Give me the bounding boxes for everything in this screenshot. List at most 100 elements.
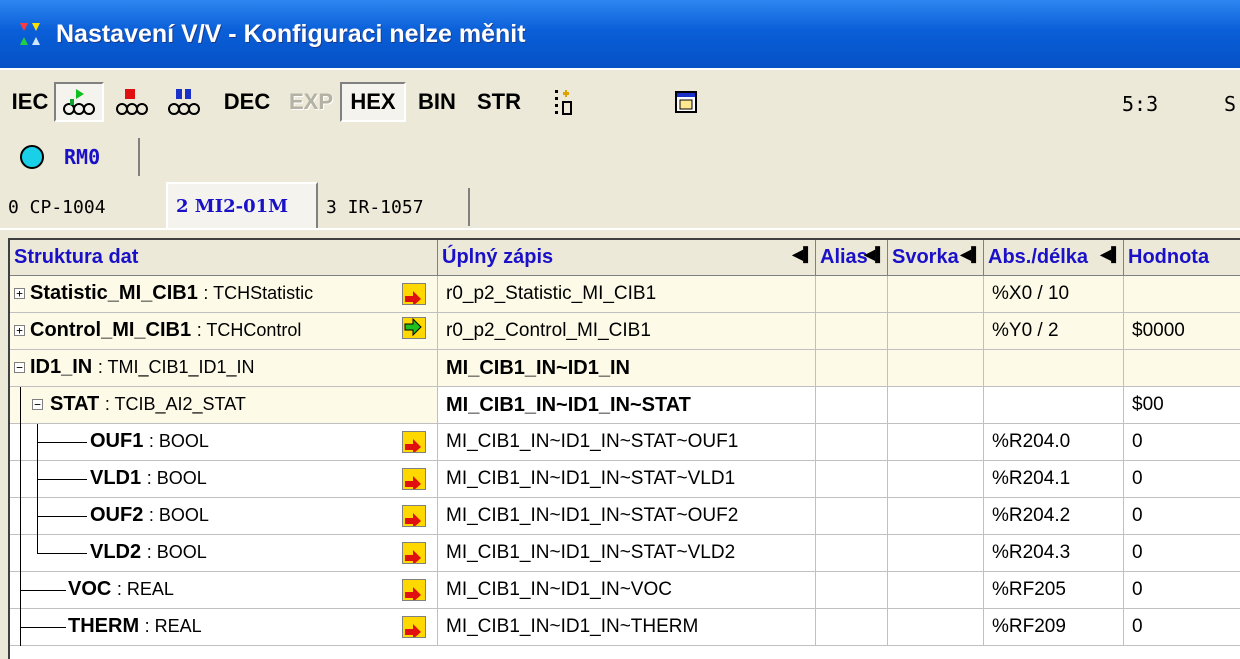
tree-expand-button[interactable] xyxy=(544,82,584,122)
table-row[interactable]: + Statistic_MI_CIB1 : TCHStatistic r0_p2… xyxy=(10,276,1240,313)
column-resize-icon[interactable]: ◀▌ xyxy=(792,246,813,263)
column-resize-icon[interactable]: ◀▌ xyxy=(960,246,981,263)
window-title: Nastavení V/V - Konfiguraci nelze měnit xyxy=(56,20,526,48)
value-cell[interactable]: 0 xyxy=(1124,572,1240,609)
value-cell[interactable]: 0 xyxy=(1124,498,1240,535)
tree-line xyxy=(20,387,21,424)
all-bits-view-button[interactable] xyxy=(160,82,208,122)
abs-cell xyxy=(984,350,1124,387)
node-name: VLD2 : BOOL xyxy=(90,541,207,563)
alias-cell xyxy=(816,424,888,461)
tree-line xyxy=(37,442,87,443)
terminal-cell xyxy=(888,461,984,498)
tab-rm0[interactable]: RM0 xyxy=(8,138,140,176)
abs-cell: %Y0 / 2 xyxy=(984,313,1124,350)
outputs-view-button[interactable] xyxy=(108,82,156,122)
full-cell: MI_CIB1_IN~ID1_IN~STAT~OUF1 xyxy=(438,424,816,461)
value-cell[interactable] xyxy=(1124,276,1240,313)
tab-module-0[interactable]: 0 CP-1004 xyxy=(0,188,166,226)
value-cell[interactable] xyxy=(1124,350,1240,387)
value-cell[interactable]: $00 xyxy=(1124,387,1240,424)
bin-button[interactable]: BIN xyxy=(408,82,466,122)
node-name: Statistic_MI_CIB1 : TCHStatistic xyxy=(30,282,314,304)
terminal-cell xyxy=(888,498,984,535)
value-cell[interactable]: 0 xyxy=(1124,535,1240,572)
column-header-terminal[interactable]: Svorka ◀▌ xyxy=(888,240,984,276)
table-row[interactable]: + Control_MI_CIB1 : TCHControl r0_p2_Con… xyxy=(10,313,1240,350)
tree-line xyxy=(20,535,21,572)
tree-cell: + Control_MI_CIB1 : TCHControl xyxy=(10,313,438,350)
abs-cell: %RF205 xyxy=(984,572,1124,609)
table-row[interactable]: THERM : REAL MI_CIB1_IN~ID1_IN~THERM %RF… xyxy=(10,609,1240,646)
tree-line xyxy=(37,479,87,480)
table-row[interactable]: − STAT : TCIB_AI2_STAT MI_CIB1_IN~ID1_IN… xyxy=(10,387,1240,424)
terminal-cell xyxy=(888,424,984,461)
abs-cell xyxy=(984,387,1124,424)
toolbar: IEC DEC EXP HEX BIN STR 5:3 S xyxy=(0,68,1240,136)
input-arrow-icon xyxy=(402,431,426,454)
table-row[interactable]: VLD2 : BOOL MI_CIB1_IN~ID1_IN~STAT~VLD2 … xyxy=(10,535,1240,572)
column-header-value-label: Hodnota xyxy=(1128,246,1210,268)
terminal-cell xyxy=(888,609,984,646)
input-arrow-icon xyxy=(402,283,426,306)
column-header-alias-label: Alias xyxy=(820,246,868,268)
column-header-alias[interactable]: Alias ◀▌ xyxy=(816,240,888,276)
value-cell[interactable]: 0 xyxy=(1124,424,1240,461)
output-bits-icon xyxy=(116,89,148,115)
table-row[interactable]: VLD1 : BOOL MI_CIB1_IN~ID1_IN~STAT~VLD1 … xyxy=(10,461,1240,498)
value-cell[interactable]: 0 xyxy=(1124,609,1240,646)
terminal-cell xyxy=(888,387,984,424)
tab-module-2[interactable]: 2 MI2-01M xyxy=(166,182,318,228)
terminal-cell xyxy=(888,276,984,313)
table-row[interactable]: VOC : REAL MI_CIB1_IN~ID1_IN~VOC %RF205 … xyxy=(10,572,1240,609)
full-cell: MI_CIB1_IN~ID1_IN~VOC xyxy=(438,572,816,609)
node-name: OUF1 : BOOL xyxy=(90,430,209,452)
position-indicator: 5:3 xyxy=(1122,92,1159,116)
expand-icon[interactable]: + xyxy=(14,288,25,299)
abs-cell: %RF209 xyxy=(984,609,1124,646)
input-arrow-icon xyxy=(402,579,426,602)
window-button[interactable] xyxy=(668,82,704,122)
tree-cell: − STAT : TCIB_AI2_STAT xyxy=(10,387,438,424)
column-header-abs[interactable]: Abs./délka ◀▌ xyxy=(984,240,1124,276)
column-header-structure-label: Struktura dat xyxy=(14,246,139,268)
abs-cell: %R204.3 xyxy=(984,535,1124,572)
node-name: VOC : REAL xyxy=(68,578,174,600)
dec-button[interactable]: DEC xyxy=(214,82,280,122)
inputs-view-button[interactable] xyxy=(54,82,104,122)
node-name: VLD1 : BOOL xyxy=(90,467,207,489)
column-header-full[interactable]: Úplný zápis ◀▌ xyxy=(438,240,816,276)
input-arrow-icon xyxy=(402,468,426,491)
expand-icon[interactable]: + xyxy=(14,325,25,336)
column-header-terminal-label: Svorka xyxy=(892,246,959,268)
all-bits-icon xyxy=(168,89,200,115)
collapse-icon[interactable]: − xyxy=(14,362,25,373)
value-cell[interactable]: $0000 xyxy=(1124,313,1240,350)
value-cell[interactable]: 0 xyxy=(1124,461,1240,498)
full-cell: r0_p2_Control_MI_CIB1 xyxy=(438,313,816,350)
iec-button[interactable]: IEC xyxy=(8,82,52,122)
column-resize-icon[interactable]: ◀▌ xyxy=(864,246,885,263)
collapse-icon[interactable]: − xyxy=(32,399,43,410)
station-tabs: RM0 xyxy=(0,136,1240,178)
alias-cell xyxy=(816,461,888,498)
column-header-structure[interactable]: Struktura dat xyxy=(10,240,438,276)
abs-cell: %R204.2 xyxy=(984,498,1124,535)
column-header-value[interactable]: Hodnota xyxy=(1124,240,1240,276)
tree-line xyxy=(20,627,66,628)
str-button[interactable]: STR xyxy=(468,82,530,122)
column-resize-icon[interactable]: ◀▌ xyxy=(1100,246,1121,263)
table-row[interactable]: − ID1_IN : TMI_CIB1_ID1_IN MI_CIB1_IN~ID… xyxy=(10,350,1240,387)
tab-module-3[interactable]: 3 IR-1057 xyxy=(318,188,470,226)
exp-button[interactable]: EXP xyxy=(282,82,340,122)
tree-line xyxy=(20,590,66,591)
input-arrow-icon xyxy=(402,505,426,528)
hex-button[interactable]: HEX xyxy=(340,82,406,122)
table-row[interactable]: OUF2 : BOOL MI_CIB1_IN~ID1_IN~STAT~OUF2 … xyxy=(10,498,1240,535)
alias-cell xyxy=(816,498,888,535)
title-bar[interactable]: Nastavení V/V - Konfiguraci nelze měnit xyxy=(0,0,1240,68)
table-row[interactable]: OUF1 : BOOL MI_CIB1_IN~ID1_IN~STAT~OUF1 … xyxy=(10,424,1240,461)
full-cell: r0_p2_Statistic_MI_CIB1 xyxy=(438,276,816,313)
tree-cell: THERM : REAL xyxy=(10,609,438,646)
full-cell: MI_CIB1_IN~ID1_IN~STAT xyxy=(438,387,816,424)
